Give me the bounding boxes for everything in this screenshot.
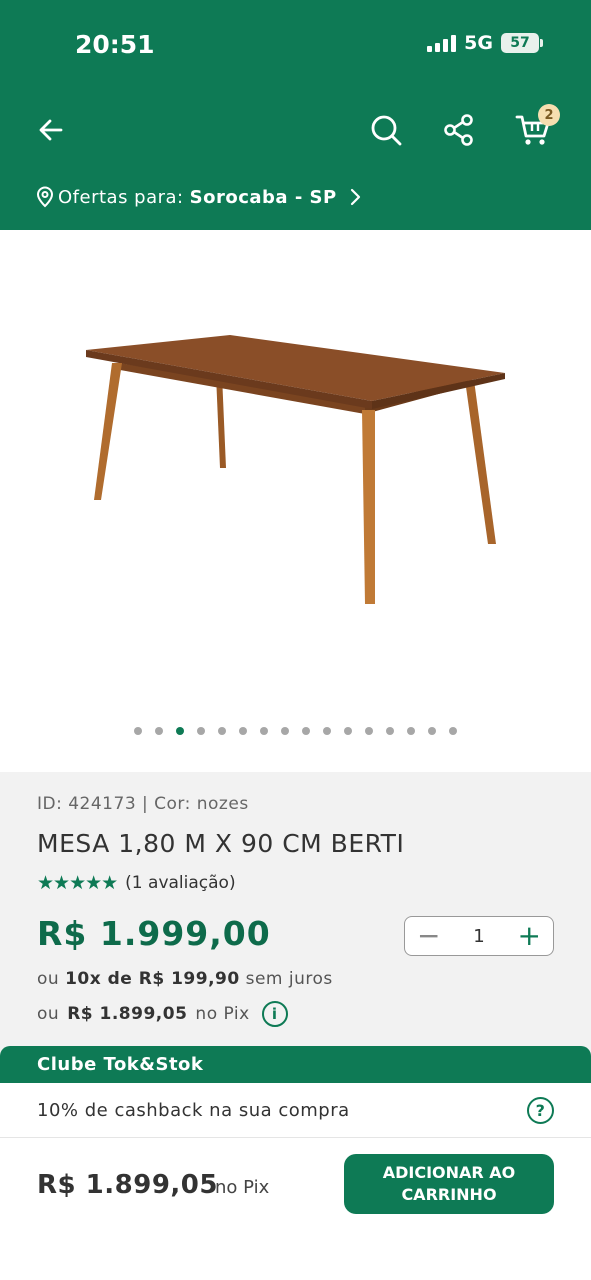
product-title: MESA 1,80 M X 90 CM BERTI — [37, 829, 405, 858]
search-icon — [371, 115, 402, 146]
arrow-left-icon — [39, 119, 63, 141]
nav-bar: 2 — [0, 104, 591, 159]
help-icon[interactable]: ? — [527, 1096, 554, 1124]
footer-price: R$ 1.899,05 — [37, 1170, 218, 1200]
location-selector[interactable]: Ofertas para: Sorocaba - SP — [36, 186, 365, 208]
gallery-dot[interactable] — [449, 727, 457, 735]
club-cashback-text: 10% de cashback na sua compra — [37, 1099, 350, 1121]
cart-button[interactable]: 2 — [508, 104, 560, 155]
chevron-right-icon — [350, 188, 360, 206]
product-rating[interactable]: ★★★★★ (1 avaliação) — [37, 872, 236, 894]
gallery-dot[interactable] — [155, 727, 163, 735]
pix-price-text: ou R$ 1.899,05 no Pix i — [37, 1001, 288, 1027]
gallery-dot[interactable] — [260, 727, 268, 735]
share-button[interactable] — [434, 105, 484, 155]
pix-suffix: no Pix — [195, 1004, 250, 1024]
gallery-pagination — [0, 727, 591, 735]
bottom-purchase-bar: R$ 1.899,05 no Pix ADICIONAR AO CARRINHO — [0, 1138, 591, 1280]
club-title: Clube Tok&Stok — [0, 1046, 591, 1083]
product-image — [86, 335, 505, 604]
status-time: 20:51 — [75, 30, 155, 59]
footer-price-suffix: no Pix — [215, 1177, 270, 1198]
gallery-dot[interactable] — [134, 727, 142, 735]
gallery-dot[interactable] — [197, 727, 205, 735]
club-card: Clube Tok&Stok 10% de cashback na sua co… — [0, 1046, 591, 1138]
quantity-increase-button[interactable]: + — [518, 922, 541, 950]
cart-count-badge: 2 — [538, 104, 560, 126]
gallery-dot[interactable] — [281, 727, 289, 735]
gallery-dot-active[interactable] — [176, 727, 184, 735]
quantity-stepper: − 1 + — [404, 916, 554, 956]
signal-icon — [427, 34, 457, 52]
product-image-gallery[interactable] — [0, 230, 591, 772]
gallery-dot[interactable] — [386, 727, 394, 735]
add-to-cart-button[interactable]: ADICIONAR AO CARRINHO — [344, 1154, 554, 1214]
quantity-decrease-button[interactable]: − — [417, 922, 440, 950]
location-value: Sorocaba - SP — [189, 186, 337, 208]
gallery-dot[interactable] — [407, 727, 415, 735]
battery-icon: 57 — [501, 33, 543, 53]
product-info: ID: 424173 | Cor: nozes MESA 1,80 M X 90… — [0, 772, 591, 1046]
rating-count: (1 avaliação) — [125, 873, 236, 893]
quantity-value[interactable]: 1 — [473, 926, 484, 947]
location-pin-icon — [36, 186, 54, 208]
installments-suffix: sem juros — [245, 969, 333, 989]
gallery-dot[interactable] — [323, 727, 331, 735]
gallery-dot[interactable] — [302, 727, 310, 735]
product-id-color: ID: 424173 | Cor: nozes — [37, 794, 249, 814]
gallery-dot[interactable] — [428, 727, 436, 735]
installments-value: 10x de R$ 199,90 — [65, 969, 240, 989]
search-button[interactable] — [361, 105, 411, 155]
product-price: R$ 1.999,00 — [37, 914, 271, 953]
battery-level: 57 — [510, 35, 530, 51]
club-body: 10% de cashback na sua compra ? — [0, 1083, 591, 1138]
location-label: Ofertas para: — [58, 186, 184, 208]
status-indicators: 5G 57 — [427, 32, 543, 54]
gallery-dot[interactable] — [218, 727, 226, 735]
gallery-dot[interactable] — [344, 727, 352, 735]
back-button[interactable] — [26, 105, 76, 155]
pix-value: R$ 1.899,05 — [67, 1004, 188, 1024]
top-header: 20:51 5G 57 2 Ofertas para: Sorocaba - S… — [0, 0, 591, 230]
pix-prefix: ou — [37, 1004, 60, 1024]
info-icon[interactable]: i — [261, 1001, 288, 1027]
gallery-dot[interactable] — [365, 727, 373, 735]
installments-prefix: ou — [37, 969, 60, 989]
share-icon — [444, 114, 473, 146]
rating-stars-icon: ★★★★★ — [37, 872, 118, 894]
network-type: 5G — [464, 32, 493, 54]
installments-text: ou 10x de R$ 199,90 sem juros — [37, 969, 333, 989]
gallery-dot[interactable] — [239, 727, 247, 735]
